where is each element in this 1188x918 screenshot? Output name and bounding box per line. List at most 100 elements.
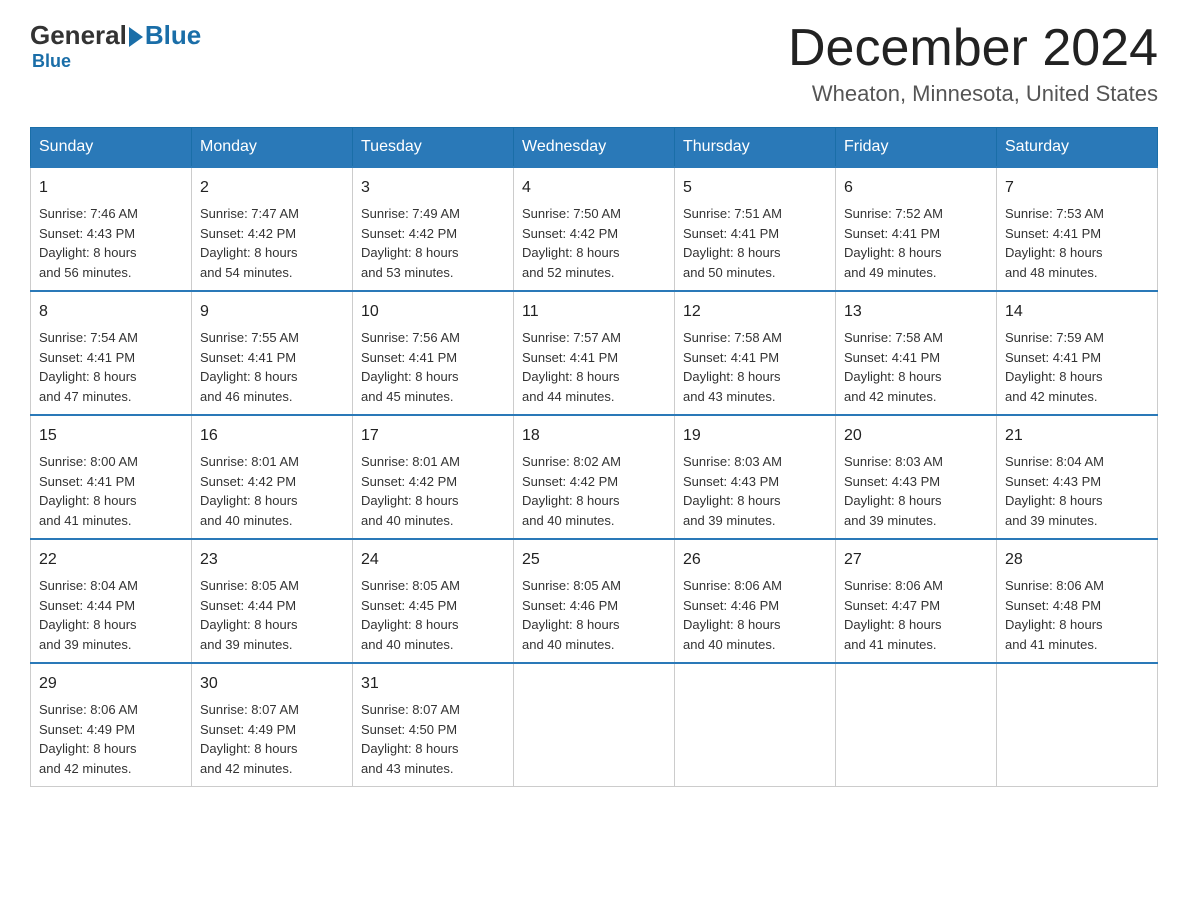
day-number: 8 [39, 300, 183, 324]
table-row: 24 Sunrise: 8:05 AM Sunset: 4:45 PM Dayl… [353, 539, 514, 663]
logo-general-text: General [30, 20, 127, 51]
day-info: Sunrise: 8:06 AM Sunset: 4:46 PM Dayligh… [683, 576, 827, 654]
day-info: Sunrise: 7:59 AM Sunset: 4:41 PM Dayligh… [1005, 328, 1149, 406]
table-row: 2 Sunrise: 7:47 AM Sunset: 4:42 PM Dayli… [192, 167, 353, 291]
header-thursday: Thursday [675, 128, 836, 168]
header-sunday: Sunday [31, 128, 192, 168]
header-friday: Friday [836, 128, 997, 168]
page-header: General Blue Blue December 2024 Wheaton,… [30, 20, 1158, 107]
table-row: 10 Sunrise: 7:56 AM Sunset: 4:41 PM Dayl… [353, 291, 514, 415]
day-number: 29 [39, 672, 183, 696]
table-row: 26 Sunrise: 8:06 AM Sunset: 4:46 PM Dayl… [675, 539, 836, 663]
table-row: 12 Sunrise: 7:58 AM Sunset: 4:41 PM Dayl… [675, 291, 836, 415]
day-number: 24 [361, 548, 505, 572]
table-row: 22 Sunrise: 8:04 AM Sunset: 4:44 PM Dayl… [31, 539, 192, 663]
day-number: 3 [361, 176, 505, 200]
table-row: 25 Sunrise: 8:05 AM Sunset: 4:46 PM Dayl… [514, 539, 675, 663]
table-row: 13 Sunrise: 7:58 AM Sunset: 4:41 PM Dayl… [836, 291, 997, 415]
calendar-week-row: 1 Sunrise: 7:46 AM Sunset: 4:43 PM Dayli… [31, 167, 1158, 291]
calendar-week-row: 22 Sunrise: 8:04 AM Sunset: 4:44 PM Dayl… [31, 539, 1158, 663]
day-info: Sunrise: 7:55 AM Sunset: 4:41 PM Dayligh… [200, 328, 344, 406]
day-number: 11 [522, 300, 666, 324]
table-row: 28 Sunrise: 8:06 AM Sunset: 4:48 PM Dayl… [997, 539, 1158, 663]
day-info: Sunrise: 8:05 AM Sunset: 4:45 PM Dayligh… [361, 576, 505, 654]
table-row: 29 Sunrise: 8:06 AM Sunset: 4:49 PM Dayl… [31, 663, 192, 787]
table-row [675, 663, 836, 787]
table-row: 31 Sunrise: 8:07 AM Sunset: 4:50 PM Dayl… [353, 663, 514, 787]
day-info: Sunrise: 8:01 AM Sunset: 4:42 PM Dayligh… [200, 452, 344, 530]
day-number: 27 [844, 548, 988, 572]
title-section: December 2024 Wheaton, Minnesota, United… [788, 20, 1158, 107]
day-number: 20 [844, 424, 988, 448]
day-info: Sunrise: 8:04 AM Sunset: 4:44 PM Dayligh… [39, 576, 183, 654]
day-number: 22 [39, 548, 183, 572]
day-number: 13 [844, 300, 988, 324]
day-number: 4 [522, 176, 666, 200]
header-wednesday: Wednesday [514, 128, 675, 168]
day-number: 31 [361, 672, 505, 696]
day-info: Sunrise: 8:07 AM Sunset: 4:50 PM Dayligh… [361, 700, 505, 778]
logo-subtitle: Blue [32, 51, 71, 72]
table-row [836, 663, 997, 787]
day-number: 15 [39, 424, 183, 448]
table-row [514, 663, 675, 787]
day-number: 28 [1005, 548, 1149, 572]
day-number: 16 [200, 424, 344, 448]
day-info: Sunrise: 7:46 AM Sunset: 4:43 PM Dayligh… [39, 204, 183, 282]
day-number: 9 [200, 300, 344, 324]
table-row: 6 Sunrise: 7:52 AM Sunset: 4:41 PM Dayli… [836, 167, 997, 291]
day-number: 19 [683, 424, 827, 448]
table-row: 1 Sunrise: 7:46 AM Sunset: 4:43 PM Dayli… [31, 167, 192, 291]
day-info: Sunrise: 7:58 AM Sunset: 4:41 PM Dayligh… [844, 328, 988, 406]
day-number: 7 [1005, 176, 1149, 200]
table-row: 19 Sunrise: 8:03 AM Sunset: 4:43 PM Dayl… [675, 415, 836, 539]
day-info: Sunrise: 7:57 AM Sunset: 4:41 PM Dayligh… [522, 328, 666, 406]
day-number: 14 [1005, 300, 1149, 324]
day-number: 25 [522, 548, 666, 572]
table-row: 8 Sunrise: 7:54 AM Sunset: 4:41 PM Dayli… [31, 291, 192, 415]
header-saturday: Saturday [997, 128, 1158, 168]
calendar-week-row: 29 Sunrise: 8:06 AM Sunset: 4:49 PM Dayl… [31, 663, 1158, 787]
day-info: Sunrise: 7:52 AM Sunset: 4:41 PM Dayligh… [844, 204, 988, 282]
day-info: Sunrise: 7:56 AM Sunset: 4:41 PM Dayligh… [361, 328, 505, 406]
weekday-header-row: Sunday Monday Tuesday Wednesday Thursday… [31, 128, 1158, 168]
table-row: 27 Sunrise: 8:06 AM Sunset: 4:47 PM Dayl… [836, 539, 997, 663]
day-info: Sunrise: 7:47 AM Sunset: 4:42 PM Dayligh… [200, 204, 344, 282]
day-info: Sunrise: 8:05 AM Sunset: 4:46 PM Dayligh… [522, 576, 666, 654]
table-row: 23 Sunrise: 8:05 AM Sunset: 4:44 PM Dayl… [192, 539, 353, 663]
day-info: Sunrise: 8:04 AM Sunset: 4:43 PM Dayligh… [1005, 452, 1149, 530]
table-row: 11 Sunrise: 7:57 AM Sunset: 4:41 PM Dayl… [514, 291, 675, 415]
table-row: 9 Sunrise: 7:55 AM Sunset: 4:41 PM Dayli… [192, 291, 353, 415]
day-number: 12 [683, 300, 827, 324]
day-number: 17 [361, 424, 505, 448]
calendar-week-row: 15 Sunrise: 8:00 AM Sunset: 4:41 PM Dayl… [31, 415, 1158, 539]
location-text: Wheaton, Minnesota, United States [788, 81, 1158, 107]
day-info: Sunrise: 8:03 AM Sunset: 4:43 PM Dayligh… [683, 452, 827, 530]
day-info: Sunrise: 8:03 AM Sunset: 4:43 PM Dayligh… [844, 452, 988, 530]
day-info: Sunrise: 7:49 AM Sunset: 4:42 PM Dayligh… [361, 204, 505, 282]
logo-blue-text: Blue [145, 20, 201, 51]
day-info: Sunrise: 7:51 AM Sunset: 4:41 PM Dayligh… [683, 204, 827, 282]
table-row: 17 Sunrise: 8:01 AM Sunset: 4:42 PM Dayl… [353, 415, 514, 539]
day-info: Sunrise: 8:02 AM Sunset: 4:42 PM Dayligh… [522, 452, 666, 530]
header-monday: Monday [192, 128, 353, 168]
day-number: 10 [361, 300, 505, 324]
table-row: 7 Sunrise: 7:53 AM Sunset: 4:41 PM Dayli… [997, 167, 1158, 291]
day-number: 26 [683, 548, 827, 572]
day-number: 21 [1005, 424, 1149, 448]
table-row: 3 Sunrise: 7:49 AM Sunset: 4:42 PM Dayli… [353, 167, 514, 291]
table-row: 18 Sunrise: 8:02 AM Sunset: 4:42 PM Dayl… [514, 415, 675, 539]
day-number: 6 [844, 176, 988, 200]
table-row: 5 Sunrise: 7:51 AM Sunset: 4:41 PM Dayli… [675, 167, 836, 291]
calendar-week-row: 8 Sunrise: 7:54 AM Sunset: 4:41 PM Dayli… [31, 291, 1158, 415]
day-info: Sunrise: 8:06 AM Sunset: 4:48 PM Dayligh… [1005, 576, 1149, 654]
day-info: Sunrise: 7:58 AM Sunset: 4:41 PM Dayligh… [683, 328, 827, 406]
table-row: 16 Sunrise: 8:01 AM Sunset: 4:42 PM Dayl… [192, 415, 353, 539]
day-info: Sunrise: 7:50 AM Sunset: 4:42 PM Dayligh… [522, 204, 666, 282]
day-info: Sunrise: 8:00 AM Sunset: 4:41 PM Dayligh… [39, 452, 183, 530]
table-row: 20 Sunrise: 8:03 AM Sunset: 4:43 PM Dayl… [836, 415, 997, 539]
day-info: Sunrise: 8:06 AM Sunset: 4:49 PM Dayligh… [39, 700, 183, 778]
table-row: 15 Sunrise: 8:00 AM Sunset: 4:41 PM Dayl… [31, 415, 192, 539]
day-info: Sunrise: 8:06 AM Sunset: 4:47 PM Dayligh… [844, 576, 988, 654]
month-title: December 2024 [788, 20, 1158, 77]
